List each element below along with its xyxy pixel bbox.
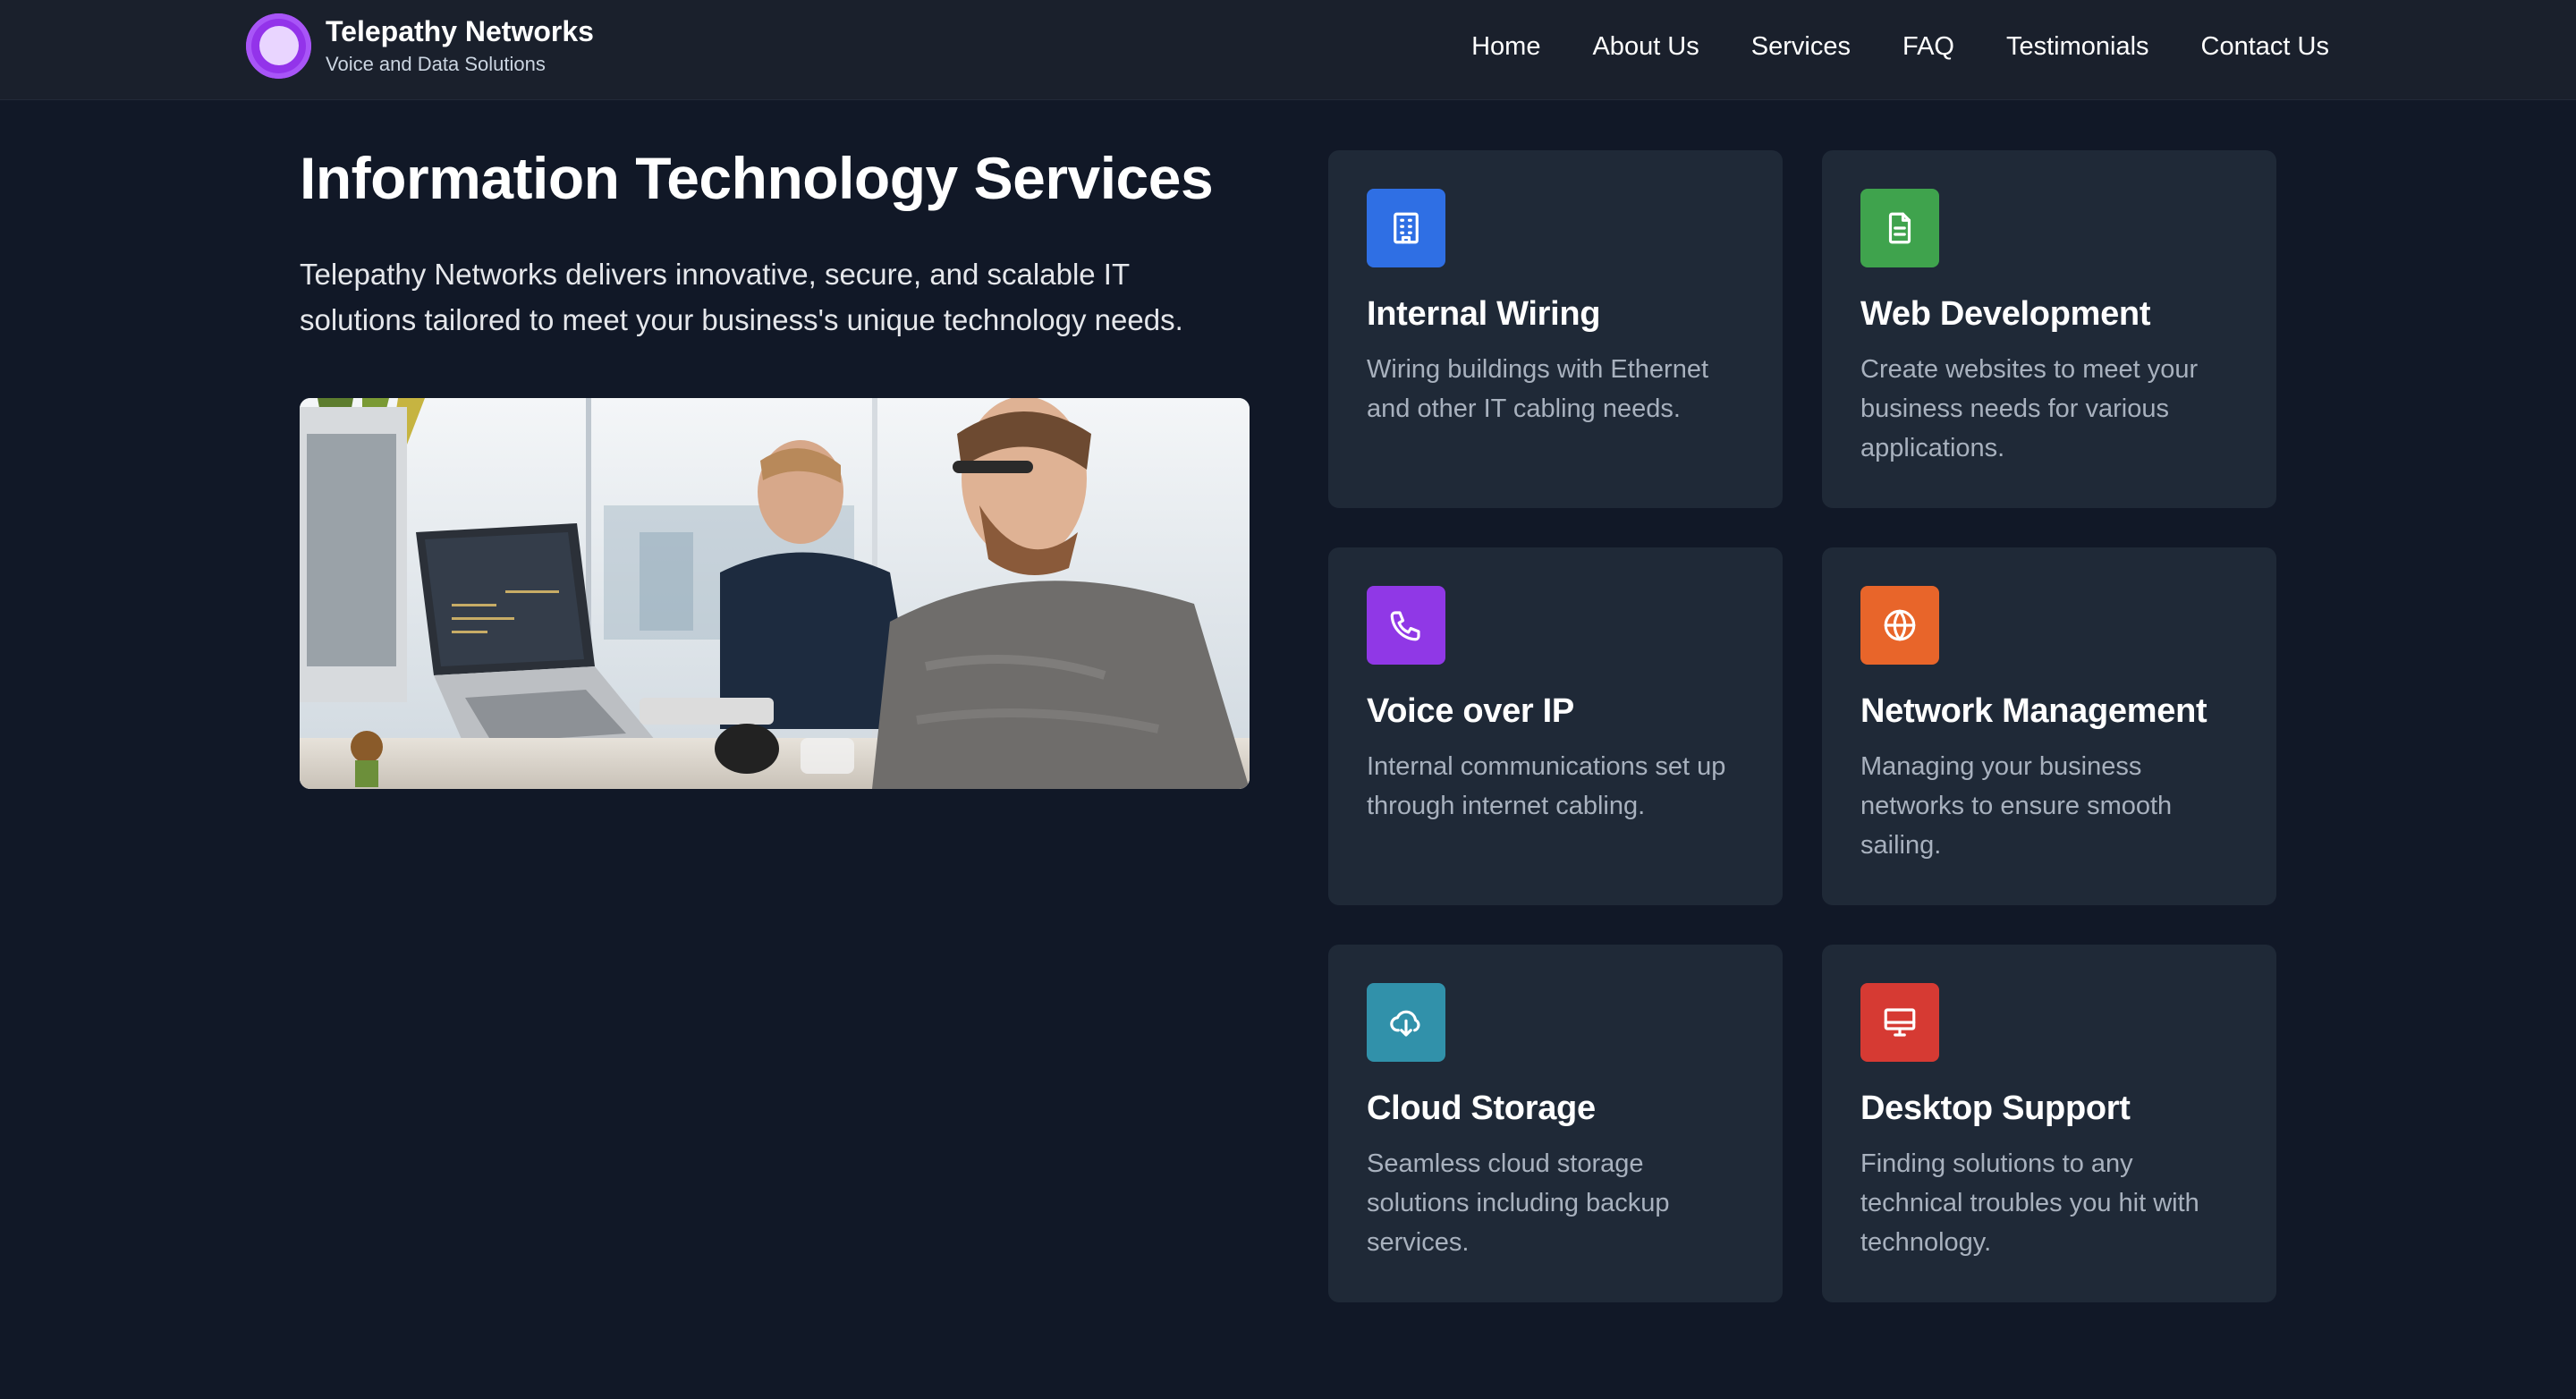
service-card-internal-wiring[interactable]: Internal Wiring Wiring buildings with Et… — [1328, 150, 1783, 508]
hero-description: Telepathy Networks delivers innovative, … — [300, 258, 1183, 337]
service-card-cloud-storage[interactable]: Cloud Storage Seamless cloud storage sol… — [1328, 945, 1783, 1302]
cloud-download-icon — [1367, 983, 1445, 1062]
service-description: Finding solutions to any technical troub… — [1860, 1149, 2199, 1257]
service-card-voice-over-ip[interactable]: Voice over IP Internal communications se… — [1328, 547, 1783, 905]
service-title: Desktop Support — [1860, 1090, 2131, 1127]
service-title: Network Management — [1860, 692, 2207, 730]
nav-testimonials[interactable]: Testimonials — [2006, 32, 2149, 62]
nav-contact-us[interactable]: Contact Us — [2201, 32, 2329, 62]
service-description: Wiring buildings with Ethernet and other… — [1367, 354, 1709, 423]
globe-icon — [1860, 586, 1939, 665]
service-title: Cloud Storage — [1367, 1090, 1596, 1127]
building-icon — [1367, 189, 1445, 267]
service-description: Seamless cloud storage solutions includi… — [1367, 1149, 1670, 1257]
service-description: Managing your business networks to ensur… — [1860, 751, 2173, 860]
nav-faq[interactable]: FAQ — [1902, 32, 1954, 62]
nav-home[interactable]: Home — [1471, 32, 1540, 62]
main-nav: Home About Us Services FAQ Testimonials … — [1471, 0, 2329, 93]
service-card-desktop-support[interactable]: Desktop Support Finding solutions to any… — [1822, 945, 2276, 1302]
brand-tagline: Voice and Data Solutions — [326, 52, 546, 75]
service-card-network-management[interactable]: Network Management Managing your busines… — [1822, 547, 2276, 905]
office-photo — [300, 398, 1250, 789]
nav-services[interactable]: Services — [1751, 32, 1851, 62]
hero-section: Information Technology Services Telepath… — [300, 143, 1266, 343]
service-description: Internal communications set up through i… — [1367, 751, 1726, 820]
service-title: Internal Wiring — [1367, 295, 1601, 333]
page-title: Information Technology Services — [300, 145, 1214, 211]
service-title: Voice over IP — [1367, 692, 1574, 730]
nav-about-us[interactable]: About Us — [1592, 32, 1699, 62]
phone-icon — [1367, 586, 1445, 665]
service-description: Create websites to meet your business ne… — [1860, 354, 2199, 462]
document-icon — [1860, 189, 1939, 267]
office-photo-illustration — [300, 398, 1250, 789]
brand-name: Telepathy Networks — [326, 15, 594, 48]
service-title: Web Development — [1860, 295, 2151, 333]
desktop-icon — [1860, 983, 1939, 1062]
brand[interactable]: Telepathy Networks Voice and Data Soluti… — [246, 12, 594, 80]
service-card-web-development[interactable]: Web Development Create websites to meet … — [1822, 150, 2276, 508]
brand-logo-icon — [246, 13, 311, 79]
site-header: Telepathy Networks Voice and Data Soluti… — [0, 0, 2576, 100]
